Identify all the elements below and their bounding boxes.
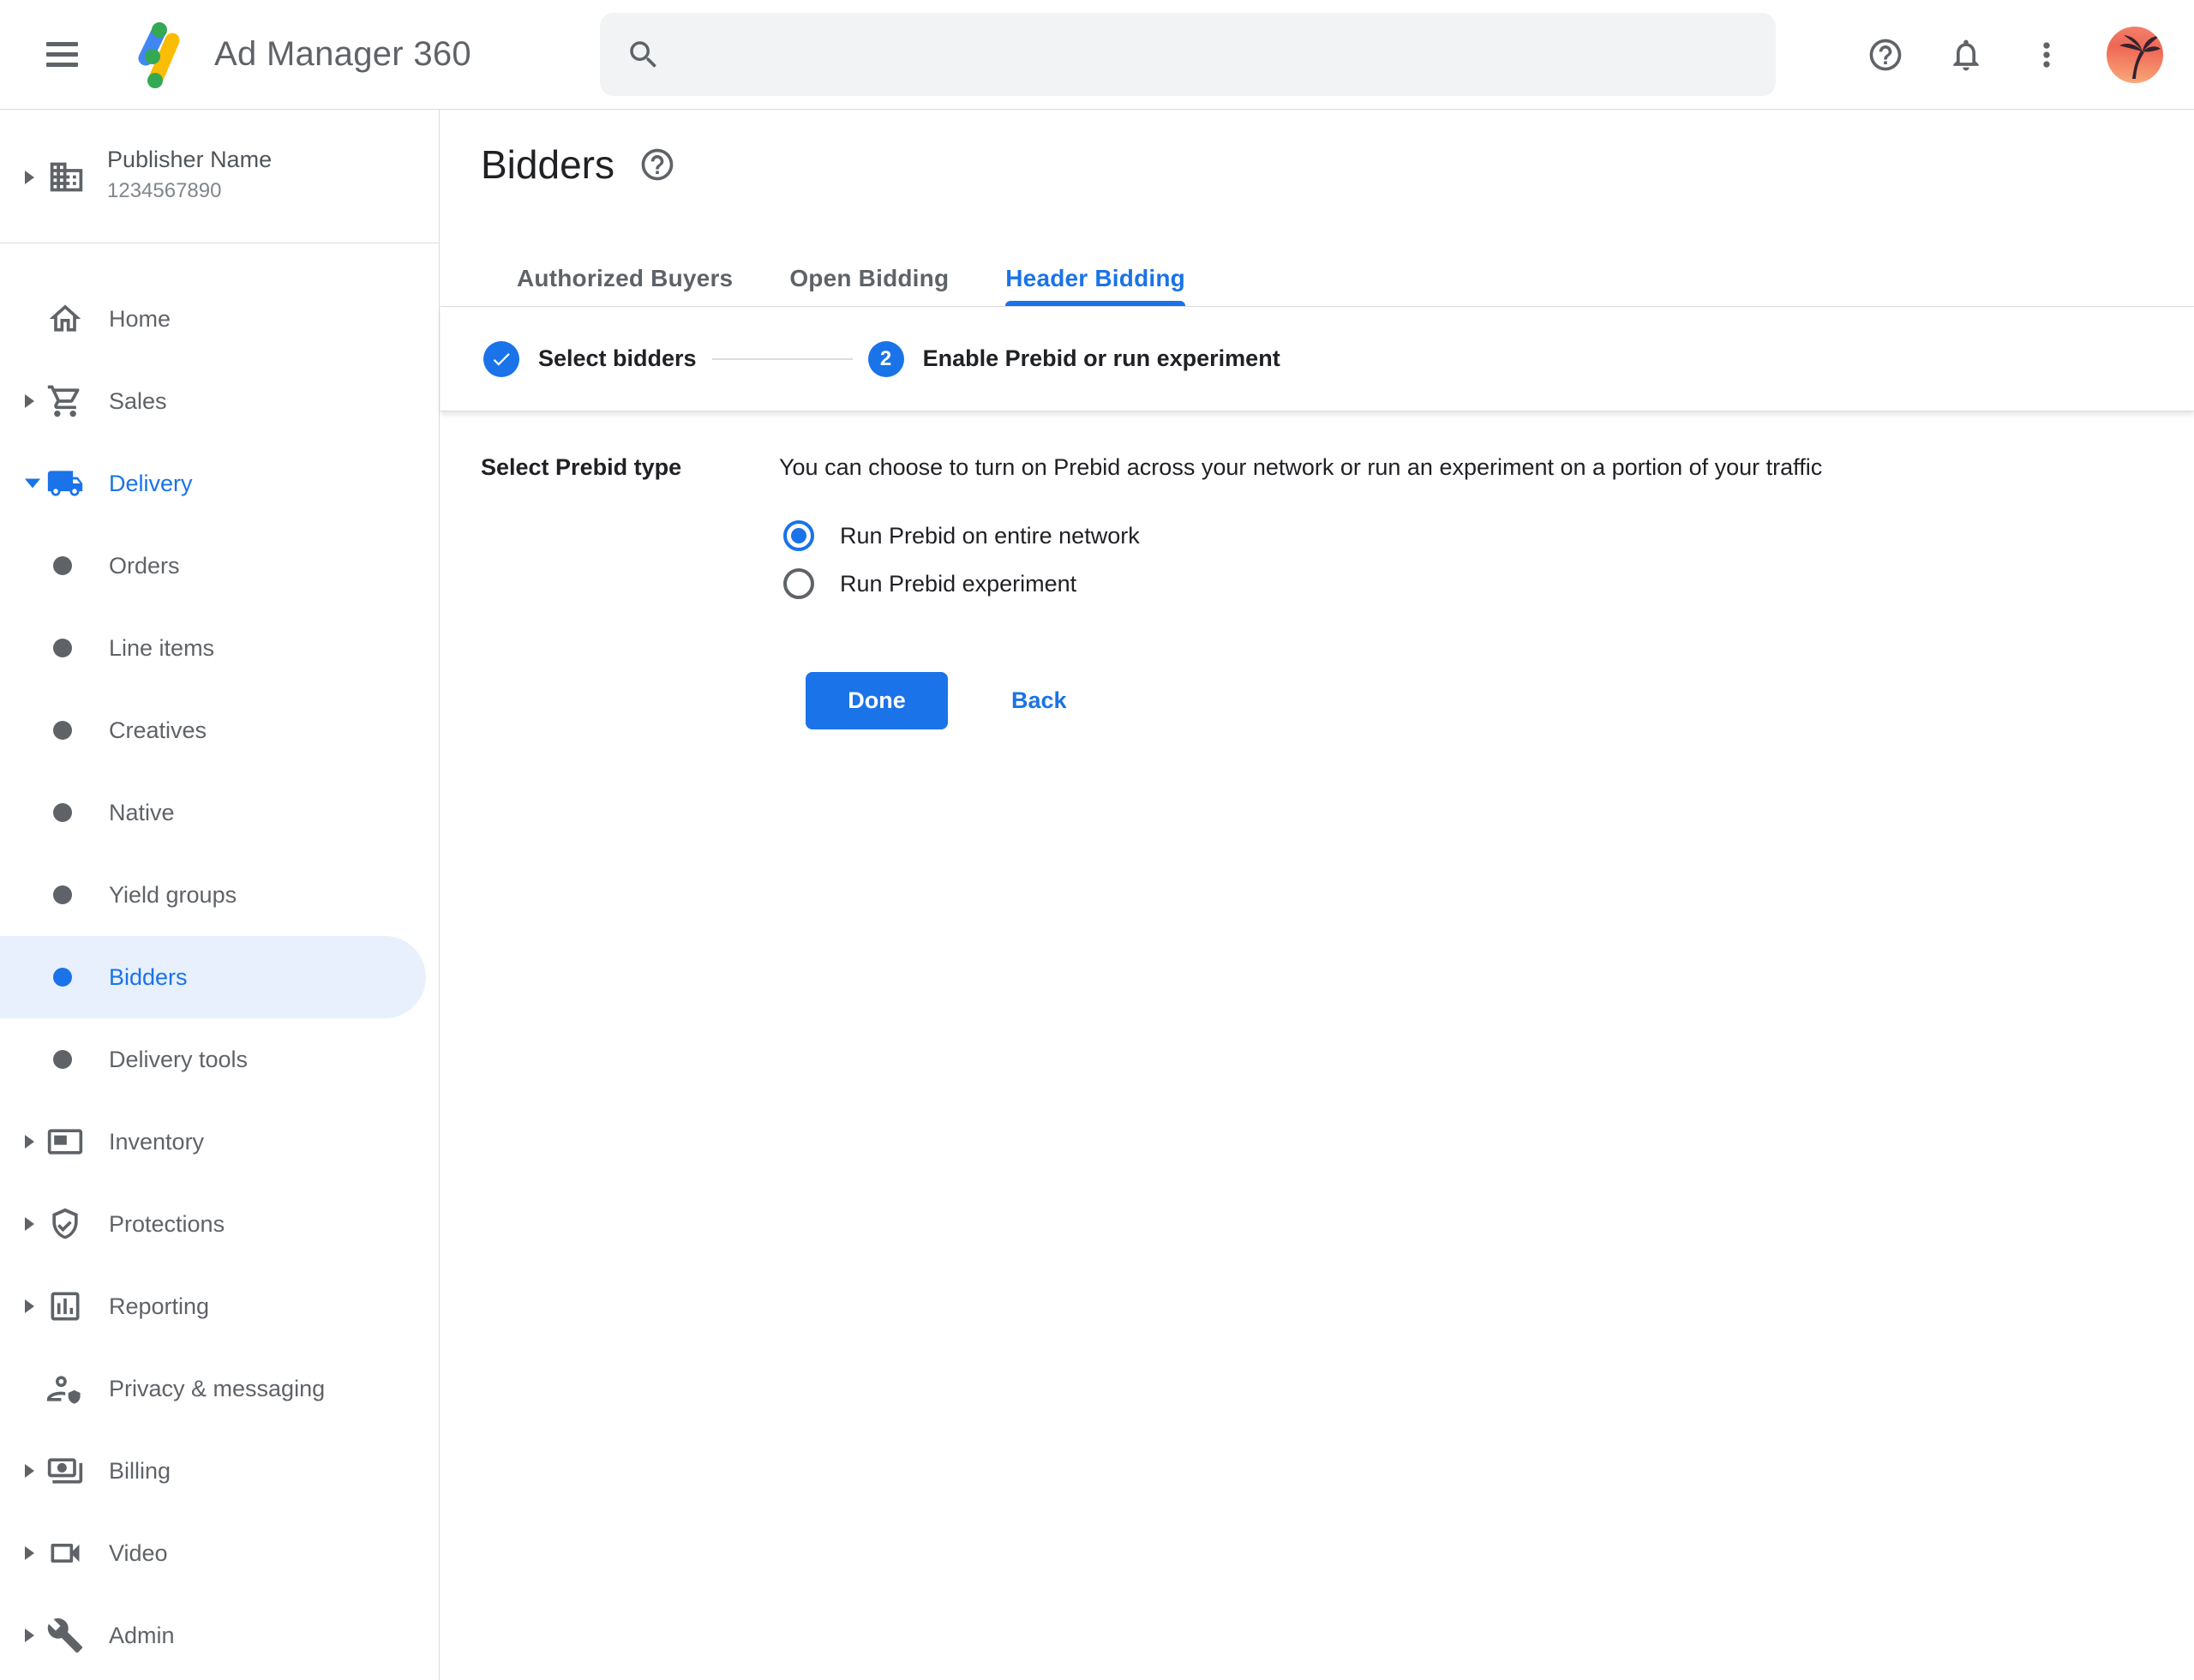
sidebar-nav: Home Sales Delivery Orders Line items bbox=[0, 243, 439, 1677]
radio-option-entire-network[interactable]: Run Prebid on entire network bbox=[779, 512, 2194, 560]
help-icon bbox=[638, 146, 676, 183]
more-options-button[interactable] bbox=[2026, 34, 2067, 75]
page-title: Bidders bbox=[481, 141, 614, 188]
sidebar-item-bidders[interactable]: Bidders bbox=[0, 936, 426, 1018]
search-icon bbox=[626, 37, 662, 73]
prebid-type-description: You can choose to turn on Prebid across … bbox=[779, 454, 2194, 481]
publisher-network-id: 1234567890 bbox=[107, 179, 272, 203]
form-actions: Done Back bbox=[779, 672, 2194, 729]
stepper: Select bidders 2 Enable Prebid or run ex… bbox=[441, 307, 2194, 411]
tab-bar: Authorized Buyers Open Bidding Header Bi… bbox=[441, 265, 2194, 307]
done-button[interactable]: Done bbox=[806, 672, 948, 729]
sidebar-item-reporting[interactable]: Reporting bbox=[0, 1265, 440, 1347]
app-title: Ad Manager 360 bbox=[214, 35, 471, 74]
prebid-type-radio-group: Run Prebid on entire network Run Prebid … bbox=[779, 512, 2194, 608]
sidebar-item-orders[interactable]: Orders bbox=[0, 525, 440, 607]
sidebar-item-yield-groups[interactable]: Yield groups bbox=[0, 854, 440, 936]
notifications-bell-icon bbox=[1947, 36, 1985, 74]
radio-unselected-icon[interactable] bbox=[783, 568, 814, 599]
bullet-icon bbox=[53, 556, 72, 575]
chevron-right-icon bbox=[25, 171, 34, 184]
hamburger-menu-icon[interactable] bbox=[46, 42, 78, 67]
ad-unit-icon bbox=[46, 1123, 84, 1161]
building-icon bbox=[47, 158, 86, 196]
main-content: Bidders Authorized Buyers Open Bidding H… bbox=[441, 110, 2194, 1680]
page-help-button[interactable] bbox=[638, 146, 676, 183]
notifications-button[interactable] bbox=[1945, 34, 1987, 75]
help-icon bbox=[1867, 36, 1904, 74]
step-connector bbox=[712, 358, 853, 360]
bullet-icon bbox=[53, 1050, 72, 1069]
wrench-icon bbox=[46, 1617, 84, 1654]
step-2-circle: 2 bbox=[868, 341, 904, 377]
ad-manager-logo-icon bbox=[123, 21, 192, 89]
sidebar-item-privacy-messaging[interactable]: Privacy & messaging bbox=[0, 1347, 440, 1430]
payments-icon bbox=[46, 1452, 84, 1490]
sidebar: Publisher Name 1234567890 Home Sales Del… bbox=[0, 110, 440, 1680]
account-avatar[interactable] bbox=[2107, 27, 2163, 83]
select-prebid-type-label: Select Prebid type bbox=[441, 454, 779, 729]
bar-chart-icon bbox=[46, 1287, 84, 1325]
step-1-label: Select bidders bbox=[538, 345, 697, 372]
tab-header-bidding[interactable]: Header Bidding bbox=[1005, 265, 1185, 306]
bullet-icon bbox=[53, 885, 72, 904]
search-input[interactable] bbox=[680, 40, 1750, 69]
app-header: Ad Manager 360 bbox=[0, 0, 2194, 110]
chevron-right-icon[interactable] bbox=[25, 1629, 34, 1642]
chevron-right-icon[interactable] bbox=[25, 394, 34, 408]
chevron-right-icon[interactable] bbox=[25, 1135, 34, 1149]
truck-icon bbox=[46, 465, 84, 502]
step-2-label: Enable Prebid or run experiment bbox=[923, 345, 1280, 372]
active-tab-indicator bbox=[1005, 301, 1185, 306]
cart-icon bbox=[46, 382, 84, 420]
palm-tree-avatar-image bbox=[2109, 29, 2161, 81]
sidebar-item-billing[interactable]: Billing bbox=[0, 1430, 440, 1512]
radio-selected-icon[interactable] bbox=[783, 520, 814, 551]
bullet-icon bbox=[53, 721, 72, 740]
prebid-type-section: Select Prebid type You can choose to tur… bbox=[441, 411, 2194, 729]
sidebar-item-delivery[interactable]: Delivery bbox=[0, 442, 440, 525]
shield-check-icon bbox=[46, 1205, 84, 1243]
bullet-icon bbox=[53, 803, 72, 822]
sidebar-item-creatives[interactable]: Creatives bbox=[0, 689, 440, 771]
privacy-person-icon bbox=[46, 1370, 84, 1407]
sidebar-item-native[interactable]: Native bbox=[0, 771, 440, 854]
videocam-icon bbox=[46, 1534, 84, 1572]
sidebar-item-home[interactable]: Home bbox=[0, 278, 440, 360]
sidebar-item-delivery-tools[interactable]: Delivery tools bbox=[0, 1018, 440, 1101]
chevron-down-icon[interactable] bbox=[25, 479, 40, 489]
chevron-right-icon[interactable] bbox=[25, 1217, 34, 1231]
search-bar[interactable] bbox=[600, 13, 1776, 96]
step-1-completed-check-icon bbox=[483, 341, 519, 377]
help-button[interactable] bbox=[1865, 34, 1906, 75]
sidebar-item-protections[interactable]: Protections bbox=[0, 1183, 440, 1265]
tab-open-bidding[interactable]: Open Bidding bbox=[789, 265, 949, 306]
bullet-icon bbox=[53, 639, 72, 657]
sidebar-item-line-items[interactable]: Line items bbox=[0, 607, 440, 689]
back-button[interactable]: Back bbox=[992, 675, 1086, 726]
chevron-right-icon[interactable] bbox=[25, 1546, 34, 1560]
more-vert-icon bbox=[2028, 36, 2065, 74]
publisher-account-switcher[interactable]: Publisher Name 1234567890 bbox=[0, 110, 439, 243]
bullet-icon bbox=[53, 968, 72, 987]
sidebar-item-video[interactable]: Video bbox=[0, 1512, 440, 1594]
sidebar-item-admin[interactable]: Admin bbox=[0, 1594, 440, 1677]
tab-authorized-buyers[interactable]: Authorized Buyers bbox=[517, 265, 733, 306]
chevron-right-icon[interactable] bbox=[25, 1299, 34, 1313]
home-icon bbox=[46, 300, 84, 338]
publisher-name: Publisher Name bbox=[107, 147, 272, 173]
radio-option-experiment[interactable]: Run Prebid experiment bbox=[779, 560, 2194, 608]
sidebar-item-sales[interactable]: Sales bbox=[0, 360, 440, 442]
sidebar-item-inventory[interactable]: Inventory bbox=[0, 1101, 440, 1183]
chevron-right-icon[interactable] bbox=[25, 1464, 34, 1478]
